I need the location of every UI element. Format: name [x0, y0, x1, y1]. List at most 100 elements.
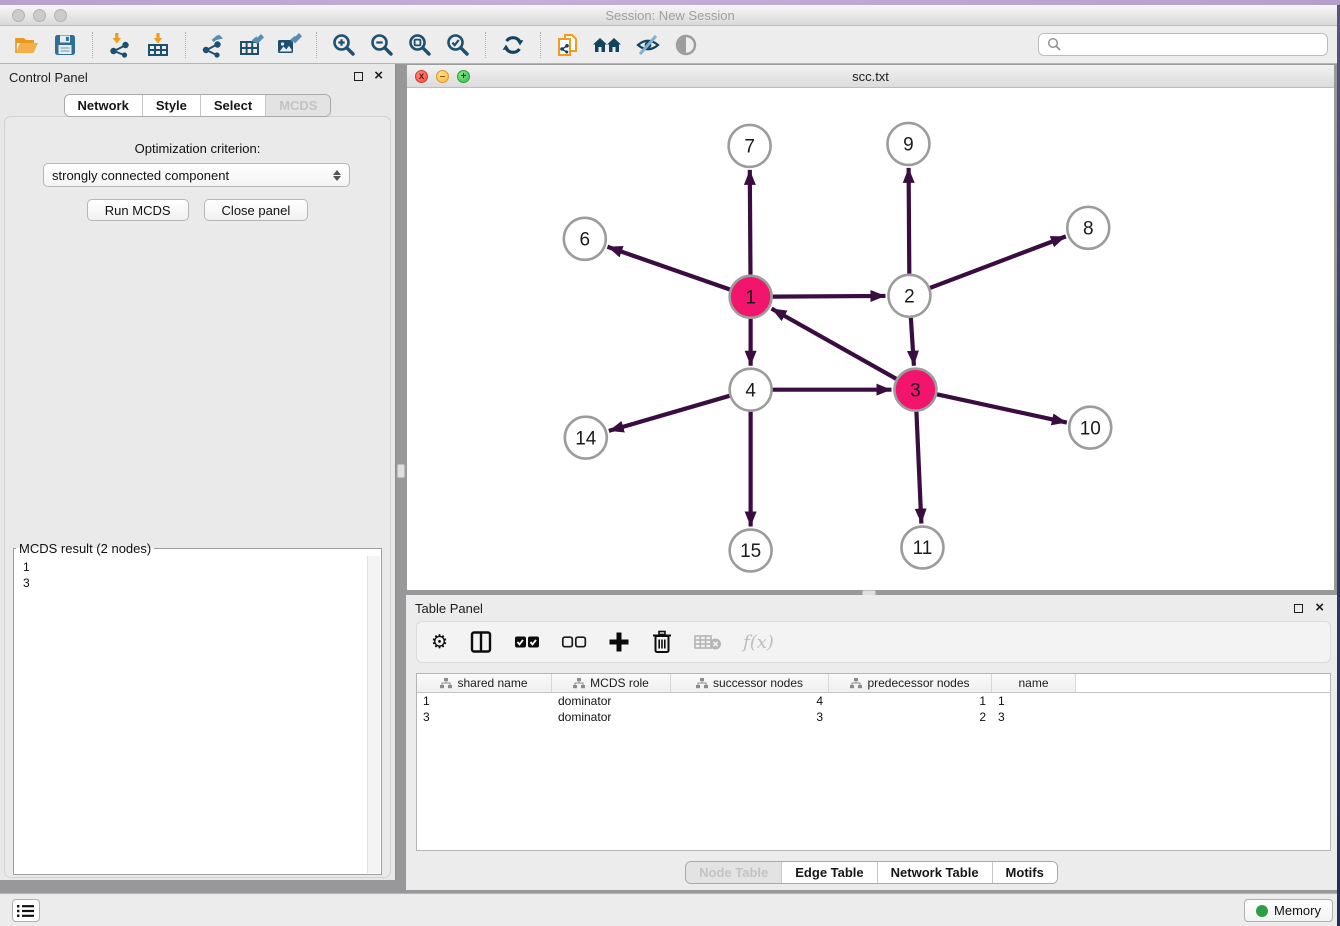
- criterion-select[interactable]: strongly connected component: [43, 163, 350, 187]
- graph-node-3[interactable]: 3: [894, 369, 936, 411]
- delete-column-icon[interactable]: [651, 629, 673, 655]
- graph-edge-3-11[interactable]: [916, 412, 921, 524]
- unselect-all-icon[interactable]: [561, 629, 587, 655]
- mcds-result-item[interactable]: 1: [23, 559, 367, 575]
- graph-edge-1-2[interactable]: [773, 296, 886, 297]
- tab-motifs[interactable]: Motifs: [993, 862, 1057, 883]
- graph-node-10[interactable]: 10: [1069, 407, 1111, 449]
- table-cell[interactable]: 3: [671, 709, 829, 725]
- table-cell[interactable]: 1: [992, 693, 1076, 709]
- graph-edge-2-3[interactable]: [911, 318, 914, 366]
- tab-network[interactable]: Network: [65, 95, 143, 116]
- tab-mcds[interactable]: MCDS: [266, 95, 330, 116]
- column-header-name[interactable]: name: [992, 674, 1076, 692]
- search-icon: [1047, 37, 1062, 52]
- tab-style[interactable]: Style: [143, 95, 201, 116]
- graph-node-label: 1: [745, 287, 756, 308]
- export-image-button[interactable]: [274, 30, 304, 60]
- import-network-button[interactable]: [105, 30, 135, 60]
- gear-icon[interactable]: ⚙: [431, 629, 448, 655]
- table-cell[interactable]: 4: [671, 693, 829, 709]
- split-column-icon[interactable]: [469, 629, 493, 655]
- first-neighbors-button[interactable]: [591, 30, 625, 60]
- optimization-criterion-label: Optimization criterion:: [5, 141, 390, 156]
- network-view-window: x – + scc.txt 7 9 6 8 1 2 4 3 14 10 15 11: [406, 64, 1335, 591]
- search-box[interactable]: [1038, 33, 1328, 56]
- search-input[interactable]: [1068, 38, 1319, 52]
- zoom-fit-button[interactable]: [405, 30, 435, 60]
- task-history-button[interactable]: [12, 899, 40, 922]
- function-builder-icon: f(x): [743, 629, 774, 655]
- table-row[interactable]: 3dominator323: [417, 709, 1330, 725]
- graph-node-label: 8: [1083, 218, 1094, 239]
- copy-network-button[interactable]: [553, 30, 583, 60]
- table-cell[interactable]: dominator: [552, 709, 671, 725]
- column-type-icon: [573, 678, 585, 689]
- refresh-button[interactable]: [498, 30, 528, 60]
- show-graphics-details-icon: [673, 32, 699, 58]
- import-table-icon: [145, 32, 171, 58]
- table-cell[interactable]: 2: [829, 709, 992, 725]
- tab-network-table[interactable]: Network Table: [878, 862, 993, 883]
- export-table-button[interactable]: [236, 30, 266, 60]
- graph-edge-4-14[interactable]: [609, 396, 730, 431]
- graph-node-6[interactable]: 6: [564, 218, 606, 260]
- graph-node-14[interactable]: 14: [565, 417, 607, 459]
- zoom-out-button[interactable]: [367, 30, 397, 60]
- graph-node-9[interactable]: 9: [887, 123, 929, 165]
- float-panel-icon[interactable]: [354, 72, 363, 81]
- table-cell[interactable]: 1: [829, 693, 992, 709]
- table-cell[interactable]: 3: [417, 709, 552, 725]
- save-session-button[interactable]: [50, 30, 80, 60]
- graph-edge-2-8[interactable]: [930, 236, 1066, 288]
- column-header-shared-name[interactable]: shared name: [417, 674, 552, 692]
- mcds-result-list[interactable]: 13: [15, 556, 367, 873]
- hide-graphics-details-button[interactable]: [633, 30, 663, 60]
- node-table[interactable]: shared nameMCDS rolesuccessor nodesprede…: [416, 673, 1331, 851]
- graph-node-4[interactable]: 4: [730, 369, 772, 411]
- zoom-selected-button[interactable]: [443, 30, 473, 60]
- tab-edge-table[interactable]: Edge Table: [782, 862, 877, 883]
- show-graphics-details-button[interactable]: [671, 30, 701, 60]
- graph-edge-2-9[interactable]: [909, 168, 910, 274]
- graph-node-2[interactable]: 2: [888, 275, 930, 317]
- table-cell[interactable]: 1: [417, 693, 552, 709]
- select-all-icon[interactable]: [514, 629, 540, 655]
- float-table-panel-icon[interactable]: [1294, 604, 1303, 613]
- table-row[interactable]: 1dominator411: [417, 693, 1330, 709]
- network-window-titlebar[interactable]: x – + scc.txt: [407, 65, 1334, 88]
- graph-node-15[interactable]: 15: [730, 530, 772, 572]
- mcds-result-item[interactable]: 3: [23, 575, 367, 591]
- tab-node-table[interactable]: Node Table: [686, 862, 782, 883]
- close-panel-button[interactable]: Close panel: [204, 199, 309, 221]
- graph-edge-1-7[interactable]: [750, 170, 751, 275]
- column-header-successor-nodes[interactable]: successor nodes: [671, 674, 829, 692]
- zoom-in-button[interactable]: [329, 30, 359, 60]
- table-cell[interactable]: dominator: [552, 693, 671, 709]
- zoom-fit-icon: [407, 32, 433, 58]
- memory-button[interactable]: Memory: [1244, 899, 1333, 922]
- network-canvas[interactable]: 7 9 6 8 1 2 4 3 14 10 15 11: [407, 88, 1334, 590]
- export-image-icon: [275, 32, 303, 58]
- graph-edge-3-10[interactable]: [937, 394, 1067, 422]
- column-header-predecessor-nodes[interactable]: predecessor nodes: [829, 674, 992, 692]
- import-network-icon: [107, 32, 133, 58]
- close-table-panel-icon[interactable]: ×: [1315, 599, 1324, 617]
- import-table-button[interactable]: [143, 30, 173, 60]
- tab-select[interactable]: Select: [201, 95, 266, 116]
- graph-node-8[interactable]: 8: [1067, 207, 1109, 249]
- close-panel-icon[interactable]: ×: [374, 67, 383, 85]
- graph-node-1[interactable]: 1: [730, 276, 772, 318]
- open-session-button[interactable]: [12, 30, 42, 60]
- export-network-button[interactable]: [198, 30, 228, 60]
- result-scrollbar[interactable]: [367, 556, 380, 873]
- graph-edge-1-6[interactable]: [607, 247, 729, 290]
- run-mcds-button[interactable]: Run MCDS: [87, 199, 189, 221]
- graph-node-7[interactable]: 7: [729, 125, 771, 167]
- add-column-icon[interactable]: [608, 629, 630, 655]
- graph-edge-3-1[interactable]: [772, 309, 897, 379]
- column-header-MCDS-role[interactable]: MCDS role: [552, 674, 671, 692]
- table-cell[interactable]: 3: [992, 709, 1076, 725]
- graph-node-11[interactable]: 11: [901, 527, 943, 569]
- splitter-handle-vertical[interactable]: [397, 464, 405, 478]
